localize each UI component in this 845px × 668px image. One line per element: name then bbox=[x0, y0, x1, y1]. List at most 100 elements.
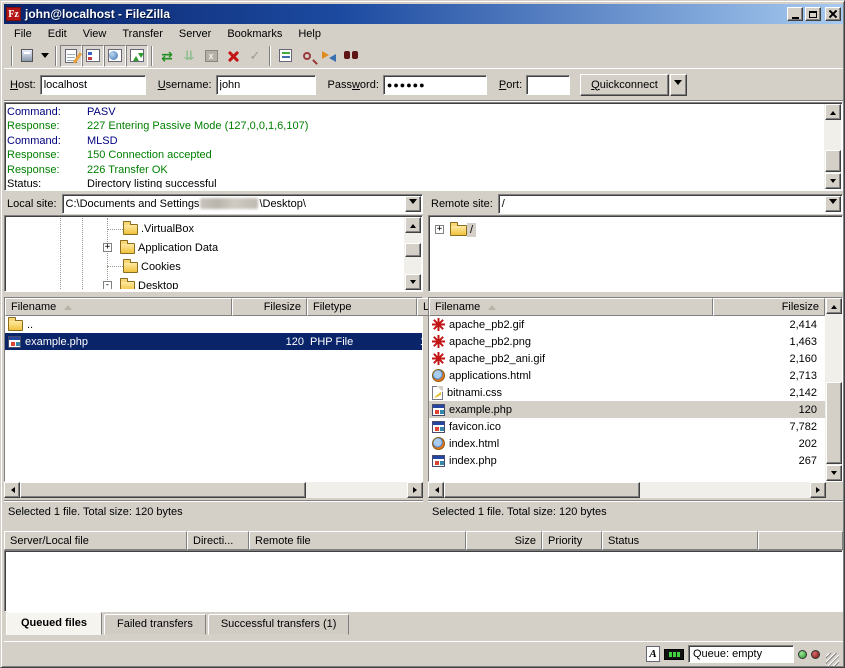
remote-list-hscrollbar[interactable] bbox=[428, 482, 826, 498]
close-button[interactable] bbox=[825, 7, 841, 21]
column-filetype[interactable]: Filetype bbox=[307, 298, 417, 316]
scroll-right-button[interactable] bbox=[407, 482, 423, 498]
scroll-thumb[interactable] bbox=[405, 243, 421, 257]
maximize-button[interactable] bbox=[805, 7, 821, 21]
process-queue-button[interactable]: ⇊ bbox=[178, 45, 200, 67]
column-status[interactable]: Status bbox=[602, 531, 758, 550]
column-filesize[interactable]: Filesize bbox=[232, 298, 307, 316]
remote-file-row[interactable]: apache_pb2.gif 2,414 bbox=[429, 316, 825, 333]
minimize-button[interactable] bbox=[787, 7, 803, 21]
log-lines: Command:PASV Response:227 Entering Passi… bbox=[7, 105, 823, 188]
toggle-local-tree-button[interactable] bbox=[82, 45, 104, 67]
remote-file-row[interactable]: apache_pb2.png 1,463 bbox=[429, 333, 825, 350]
remote-site-combo[interactable]: / bbox=[498, 194, 843, 214]
menu-bookmarks[interactable]: Bookmarks bbox=[219, 26, 290, 42]
chevron-down-icon bbox=[409, 199, 417, 208]
remote-file-row[interactable]: applications.html 2,713 bbox=[429, 367, 825, 384]
disconnect-button[interactable] bbox=[222, 45, 244, 67]
scroll-up-button[interactable] bbox=[825, 104, 841, 120]
local-file-row[interactable]: .. bbox=[5, 316, 422, 333]
search-button[interactable] bbox=[296, 45, 318, 67]
log-scrollbar[interactable] bbox=[824, 104, 841, 189]
local-tree-scrollbar[interactable] bbox=[404, 217, 421, 290]
local-file-list: Filename Filesize Filetype L .. example.… bbox=[4, 297, 423, 482]
host-input[interactable] bbox=[40, 75, 146, 95]
remote-file-row[interactable]: index.html 202 bbox=[429, 435, 825, 452]
column-size[interactable]: Size bbox=[466, 531, 542, 550]
scroll-left-button[interactable] bbox=[4, 482, 20, 498]
remote-file-row-selected[interactable]: example.php 120 bbox=[429, 401, 825, 418]
tab-queued-files[interactable]: Queued files bbox=[6, 612, 102, 635]
resize-grip[interactable] bbox=[826, 653, 839, 666]
password-input[interactable] bbox=[383, 75, 487, 95]
menu-help[interactable]: Help bbox=[290, 26, 329, 42]
directory-comparison-button[interactable] bbox=[318, 45, 340, 67]
cancel-operation-button[interactable]: x bbox=[200, 45, 222, 67]
scroll-up-button[interactable] bbox=[826, 298, 842, 314]
scroll-down-button[interactable] bbox=[826, 465, 842, 481]
directory-filter-button[interactable] bbox=[274, 45, 296, 67]
scroll-thumb[interactable] bbox=[826, 382, 842, 464]
column-server-local-file[interactable]: Server/Local file bbox=[4, 531, 187, 550]
tree-item-cookies[interactable]: Cookies bbox=[7, 257, 420, 276]
remote-file-row[interactable]: bitnami.css 2,142 bbox=[429, 384, 825, 401]
menu-bar: File Edit View Transfer Server Bookmarks… bbox=[4, 24, 843, 43]
comparison-icon bbox=[322, 50, 336, 62]
column-filename[interactable]: Filename bbox=[5, 298, 232, 316]
collapse-minus-icon[interactable]: - bbox=[103, 281, 112, 289]
scroll-thumb[interactable] bbox=[20, 482, 306, 498]
scroll-down-button[interactable] bbox=[825, 173, 841, 189]
cancel-icon: x bbox=[205, 50, 218, 62]
synchronized-browsing-button[interactable] bbox=[340, 45, 362, 67]
tab-failed-transfers[interactable]: Failed transfers bbox=[104, 614, 206, 635]
menu-view[interactable]: View bbox=[75, 26, 115, 42]
username-input[interactable] bbox=[216, 75, 316, 95]
toolbar-separator bbox=[55, 46, 57, 66]
expand-plus-icon[interactable]: + bbox=[103, 243, 112, 252]
remote-file-row[interactable]: index.php 267 bbox=[429, 452, 825, 469]
site-manager-dropdown-button[interactable] bbox=[38, 45, 52, 67]
tree-item-label: Desktop bbox=[135, 279, 181, 290]
column-direction[interactable]: Directi... bbox=[187, 531, 249, 550]
menu-transfer[interactable]: Transfer bbox=[114, 26, 171, 42]
combo-dropdown-button[interactable] bbox=[405, 196, 421, 212]
site-manager-button[interactable] bbox=[16, 45, 38, 67]
port-input[interactable] bbox=[526, 75, 570, 95]
scroll-up-button[interactable] bbox=[405, 217, 421, 233]
scroll-left-button[interactable] bbox=[428, 482, 444, 498]
column-filesize[interactable]: Filesize bbox=[713, 298, 825, 316]
scroll-right-button[interactable] bbox=[810, 482, 826, 498]
tree-item-desktop[interactable]: - Desktop bbox=[7, 276, 420, 289]
menu-file[interactable]: File bbox=[6, 26, 40, 42]
remote-file-row[interactable]: favicon.ico 7,782 bbox=[429, 418, 825, 435]
tree-item-virtualbox[interactable]: .VirtualBox bbox=[7, 219, 420, 238]
local-list-hscrollbar[interactable] bbox=[4, 482, 423, 498]
tree-item-root[interactable]: + / bbox=[431, 220, 840, 239]
remote-file-row[interactable]: apache_pb2_ani.gif 2,160 bbox=[429, 350, 825, 367]
username-label: Username: bbox=[158, 79, 212, 91]
toggle-remote-tree-button[interactable] bbox=[104, 45, 126, 67]
combo-dropdown-button[interactable] bbox=[825, 196, 841, 212]
scroll-thumb[interactable] bbox=[444, 482, 640, 498]
tree-item-application-data[interactable]: + Application Data bbox=[7, 238, 420, 257]
tab-successful-transfers[interactable]: Successful transfers (1) bbox=[208, 614, 350, 635]
quickconnect-button[interactable]: Quickconnect bbox=[580, 74, 669, 96]
scroll-down-button[interactable] bbox=[405, 274, 421, 290]
abort-button[interactable]: ✓ bbox=[244, 45, 266, 67]
remote-list-scrollbar[interactable] bbox=[825, 298, 842, 481]
local-file-row-selected[interactable]: example.php 120 PHP File 1 bbox=[5, 333, 422, 350]
file-size bbox=[232, 316, 307, 333]
menu-server[interactable]: Server bbox=[171, 26, 219, 42]
title-bar[interactable]: Fz john@localhost - FileZilla bbox=[4, 4, 843, 24]
expand-plus-icon[interactable]: + bbox=[435, 225, 444, 234]
local-site-combo[interactable]: C:\Documents and Settings\Desktop\ bbox=[62, 194, 423, 214]
column-priority[interactable]: Priority bbox=[542, 531, 602, 550]
quickconnect-dropdown-button[interactable] bbox=[670, 74, 687, 96]
scroll-thumb[interactable] bbox=[825, 150, 841, 172]
refresh-button[interactable]: ⇄ bbox=[156, 45, 178, 67]
menu-edit[interactable]: Edit bbox=[40, 26, 75, 42]
column-filename[interactable]: Filename bbox=[429, 298, 713, 316]
toggle-message-log-button[interactable] bbox=[60, 45, 82, 67]
column-remote-file[interactable]: Remote file bbox=[249, 531, 466, 550]
toggle-queue-button[interactable] bbox=[126, 45, 148, 67]
